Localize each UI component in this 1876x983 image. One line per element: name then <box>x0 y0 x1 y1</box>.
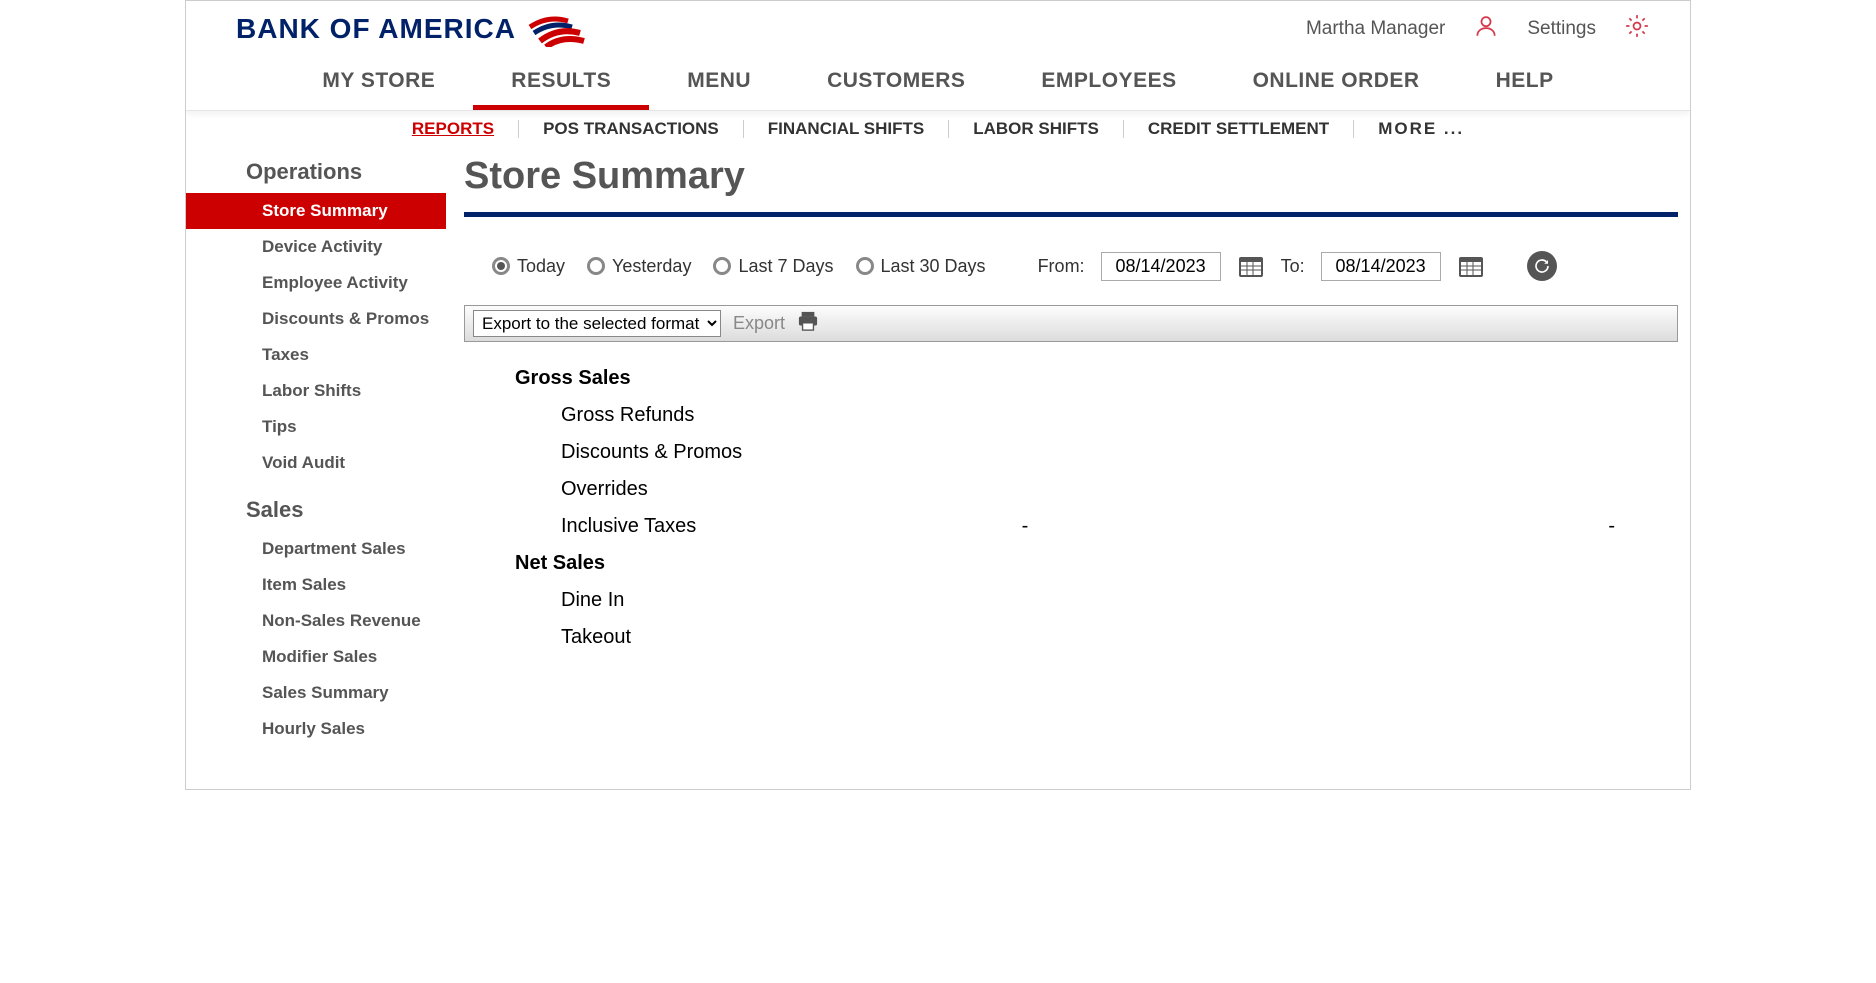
logo: BANK OF AMERICA <box>236 11 586 47</box>
report-row: Overrides <box>515 471 1638 508</box>
report-row: Discounts & Promos <box>515 434 1638 471</box>
main-nav-employees[interactable]: EMPLOYEES <box>1003 57 1214 110</box>
sidebar-item-store-summary[interactable]: Store Summary <box>186 193 446 229</box>
export-button[interactable]: Export <box>733 313 785 334</box>
main-nav-online-order[interactable]: ONLINE ORDER <box>1215 57 1458 110</box>
header-right: Martha Manager Settings <box>1306 13 1650 45</box>
user-name[interactable]: Martha Manager <box>1306 18 1445 40</box>
sidebar-item-taxes[interactable]: Taxes <box>186 337 446 373</box>
sub-nav-more[interactable]: MORE ... <box>1354 119 1488 139</box>
report-row-value-1: - <box>875 515 1175 538</box>
report-row-value-2 <box>1175 552 1615 575</box>
filter-bar: Today Yesterday Last 7 Days Last 30 Days Fr… <box>464 251 1678 281</box>
sidebar-item-void-audit[interactable]: Void Audit <box>186 445 446 481</box>
report-row-label: Gross Refunds <box>515 404 875 427</box>
sidebar-item-labor-shifts[interactable]: Labor Shifts <box>186 373 446 409</box>
sub-nav-credit-settlement[interactable]: CREDIT SETTLEMENT <box>1124 120 1354 139</box>
from-date-input[interactable] <box>1101 252 1221 281</box>
logo-mark-icon <box>526 11 586 47</box>
report-row-value-2 <box>1175 478 1615 501</box>
from-label: From: <box>1038 256 1085 277</box>
report-body[interactable]: Gross Sales Gross Refunds Discounts & Prom… <box>464 342 1678 789</box>
report-row-value-1 <box>875 404 1175 427</box>
report-row: Net Sales <box>515 545 1638 582</box>
report-row-label: Overrides <box>515 478 875 501</box>
report-row-value-2 <box>1175 626 1615 649</box>
report-row-value-1 <box>875 589 1175 612</box>
report-row: Gross Refunds <box>515 397 1638 434</box>
title-rule <box>464 212 1678 217</box>
sidebar-item-employee-activity[interactable]: Employee Activity <box>186 265 446 301</box>
sub-nav: REPORTSPOS TRANSACTIONSFINANCIAL SHIFTSL… <box>186 111 1690 147</box>
sub-nav-labor-shifts[interactable]: LABOR SHIFTS <box>949 120 1124 139</box>
report-row-value-1 <box>875 441 1175 464</box>
filter-last-30-days[interactable]: Last 30 Days <box>856 256 986 277</box>
report-row: Dine In <box>515 582 1638 619</box>
report-row-value-1 <box>875 367 1175 390</box>
calendar-from-icon[interactable] <box>1237 252 1265 280</box>
main-nav: MY STORERESULTSMENUCUSTOMERSEMPLOYEESONL… <box>186 57 1690 111</box>
sidebar[interactable]: OperationsStore SummaryDevice ActivityEm… <box>186 147 446 789</box>
logo-text: BANK OF AMERICA <box>236 13 516 45</box>
export-format-select[interactable]: Export to the selected format <box>473 310 721 337</box>
sidebar-item-non-sales-revenue[interactable]: Non-Sales Revenue <box>186 603 446 639</box>
sidebar-item-modifier-sales[interactable]: Modifier Sales <box>186 639 446 675</box>
filter-last-7-days[interactable]: Last 7 Days <box>713 256 833 277</box>
sub-nav-reports[interactable]: REPORTS <box>388 120 519 139</box>
filter-today[interactable]: Today <box>492 256 565 277</box>
sidebar-item-discounts-promos[interactable]: Discounts & Promos <box>186 301 446 337</box>
report-row-value-2: - <box>1175 515 1615 538</box>
report-row-label: Takeout <box>515 626 875 649</box>
report-row: Takeout <box>515 619 1638 656</box>
refresh-icon[interactable] <box>1527 251 1557 281</box>
calendar-to-icon[interactable] <box>1457 252 1485 280</box>
main-nav-menu[interactable]: MENU <box>649 57 789 110</box>
gear-icon[interactable] <box>1624 13 1650 45</box>
report-row-value-2 <box>1175 367 1615 390</box>
main-nav-results[interactable]: RESULTS <box>473 57 649 110</box>
filter-label: Last 30 Days <box>881 256 986 277</box>
settings-link[interactable]: Settings <box>1527 18 1596 40</box>
report-row-value-2 <box>1175 404 1615 427</box>
sub-nav-financial-shifts[interactable]: FINANCIAL SHIFTS <box>744 120 949 139</box>
main-nav-customers[interactable]: CUSTOMERS <box>789 57 1003 110</box>
filter-yesterday[interactable]: Yesterday <box>587 256 691 277</box>
sub-nav-pos-transactions[interactable]: POS TRANSACTIONS <box>519 120 744 139</box>
to-date-input[interactable] <box>1321 252 1441 281</box>
app-frame: BANK OF AMERICA Martha Manager Settings … <box>185 0 1691 790</box>
filter-label: Yesterday <box>612 256 691 277</box>
report-row-label: Net Sales <box>515 552 875 575</box>
filter-label: Today <box>517 256 565 277</box>
to-label: To: <box>1281 256 1305 277</box>
user-icon[interactable] <box>1473 13 1499 45</box>
report-row-label: Inclusive Taxes <box>515 515 875 538</box>
body: OperationsStore SummaryDevice ActivityEm… <box>186 147 1690 789</box>
sidebar-item-hourly-sales[interactable]: Hourly Sales <box>186 711 446 747</box>
sidebar-group-sales: Sales <box>186 491 446 531</box>
report-row-value-2 <box>1175 441 1615 464</box>
sidebar-group-operations: Operations <box>186 153 446 193</box>
sidebar-item-sales-summary[interactable]: Sales Summary <box>186 675 446 711</box>
report-row-value-1 <box>875 626 1175 649</box>
main-content: Store Summary Today Yesterday Last 7 Days L… <box>446 147 1690 789</box>
page-title: Store Summary <box>464 155 1678 198</box>
report-row-label: Gross Sales <box>515 367 875 390</box>
main-nav-my-store[interactable]: MY STORE <box>284 57 473 110</box>
header: BANK OF AMERICA Martha Manager Settings <box>186 1 1690 57</box>
report-row-value-1 <box>875 478 1175 501</box>
report-toolbar: Export to the selected format Export <box>464 305 1678 342</box>
report-row-value-1 <box>875 552 1175 575</box>
report-row-label: Discounts & Promos <box>515 441 875 464</box>
filter-label: Last 7 Days <box>738 256 833 277</box>
sidebar-item-department-sales[interactable]: Department Sales <box>186 531 446 567</box>
main-nav-help[interactable]: HELP <box>1458 57 1592 110</box>
report-row: Gross Sales <box>515 360 1638 397</box>
report-row-label: Dine In <box>515 589 875 612</box>
sidebar-item-tips[interactable]: Tips <box>186 409 446 445</box>
sidebar-item-device-activity[interactable]: Device Activity <box>186 229 446 265</box>
print-icon[interactable] <box>797 311 819 336</box>
report-row-value-2 <box>1175 589 1615 612</box>
sidebar-item-item-sales[interactable]: Item Sales <box>186 567 446 603</box>
report-row: Inclusive Taxes-- <box>515 508 1638 545</box>
